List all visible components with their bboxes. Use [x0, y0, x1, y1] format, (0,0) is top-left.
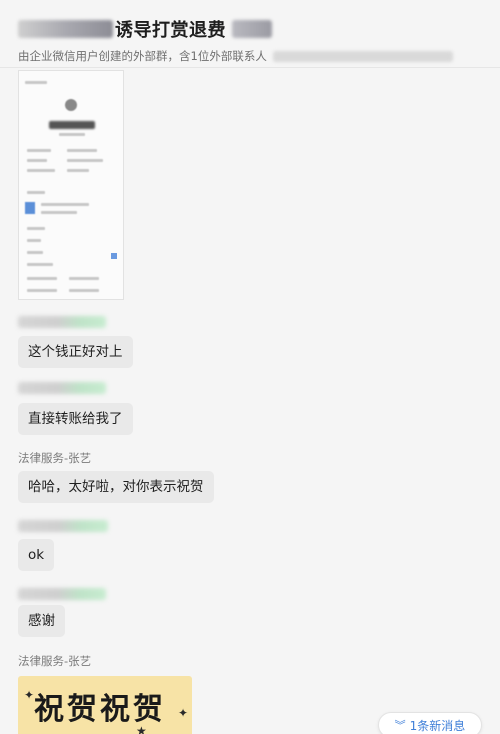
- new-messages-label: 1条新消息: [409, 718, 466, 733]
- sender-name: 法律服务-张艺: [18, 451, 92, 465]
- redacted-subtitle-part: [272, 50, 453, 62]
- chat-subtitle-row: 由企业微信用户创建的外部群，含1位外部联系人: [18, 48, 482, 64]
- redacted-title-part: [18, 20, 113, 38]
- chat-title-row: 诱导打赏退费: [18, 14, 482, 44]
- message-bubble[interactable]: 这个钱正好对上: [18, 336, 133, 368]
- redacted-sender-name: [18, 382, 106, 394]
- message-bubble[interactable]: ok: [18, 539, 55, 571]
- redacted-title-part: [232, 20, 272, 38]
- double-chevron-down-icon: ︾: [394, 719, 406, 732]
- redacted-sender-name: [18, 520, 108, 532]
- chat-header: 诱导打赏退费 由企业微信用户创建的外部群，含1位外部联系人: [0, 0, 500, 68]
- message-bubble[interactable]: 哈哈，太好啦，对你表示祝贺: [18, 471, 214, 503]
- redacted-sender-name: [18, 316, 106, 328]
- sender-name: 法律服务-张艺: [18, 654, 92, 668]
- chat-subtitle: 由企业微信用户创建的外部群，含1位外部联系人: [18, 49, 267, 63]
- new-messages-button[interactable]: ︾ 1条新消息: [378, 712, 482, 734]
- redacted-sender-name: [18, 588, 106, 600]
- message-bubble[interactable]: 感谢: [18, 605, 65, 637]
- image-message[interactable]: [18, 70, 124, 300]
- message-bubble[interactable]: 直接转账给我了: [18, 403, 133, 435]
- sticker-text: 祝贺祝贺: [34, 692, 166, 727]
- sticker-message[interactable]: 祝贺祝贺 ✦ ✦ ★: [18, 676, 192, 734]
- chat-title[interactable]: 诱导打赏退费: [115, 16, 226, 42]
- avatar: [65, 99, 77, 111]
